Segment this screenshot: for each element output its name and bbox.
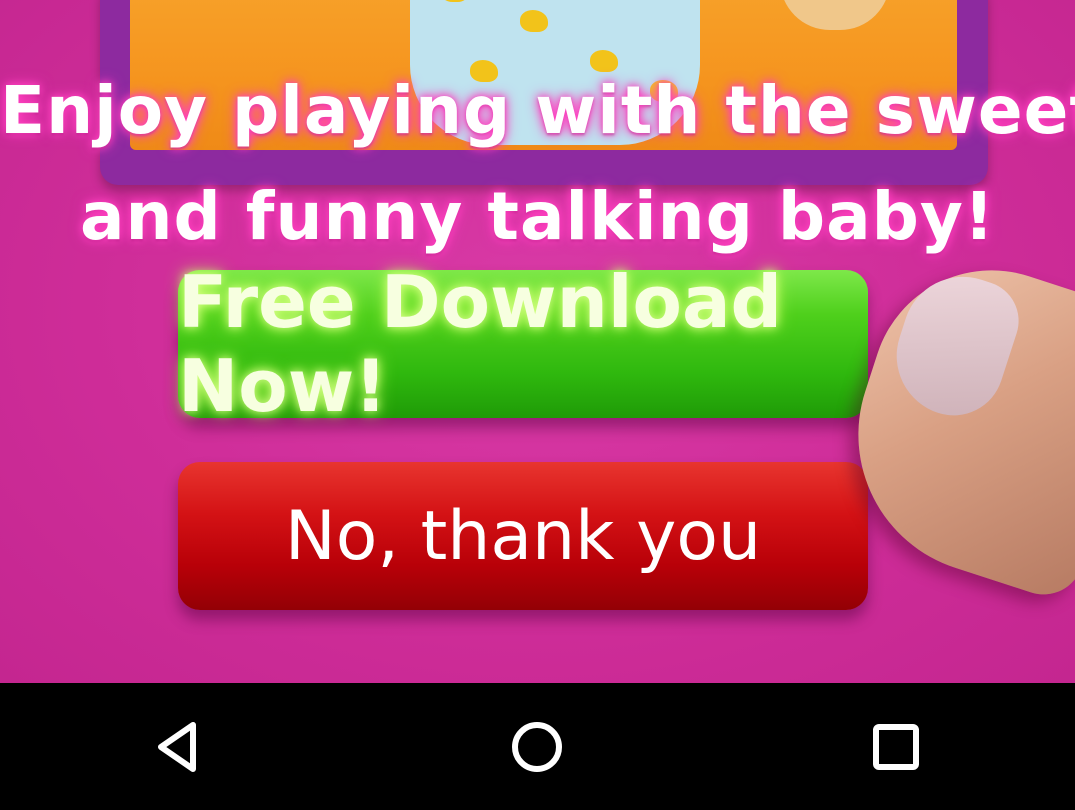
duck-print	[520, 10, 548, 32]
no-thank-you-label: No, thank you	[284, 496, 762, 576]
recents-button[interactable]	[851, 702, 941, 792]
advertisement: Enjoy playing with the sweet and funny t…	[0, 0, 1075, 683]
android-navigation-bar	[0, 683, 1075, 810]
home-circle-icon	[512, 721, 563, 772]
fingernail	[881, 261, 1029, 429]
baby-bottle-image	[780, 0, 890, 30]
back-triangle-icon	[158, 721, 197, 772]
recents-square-icon	[872, 723, 919, 770]
headline-line-2: and funny talking baby!	[80, 178, 995, 255]
duck-print	[440, 0, 468, 2]
home-button[interactable]	[492, 702, 582, 792]
duck-print	[590, 50, 618, 72]
free-download-label: Free Download Now!	[178, 260, 783, 428]
headline-line-1: Enjoy playing with the sweet	[0, 72, 1075, 149]
back-button[interactable]	[134, 702, 224, 792]
free-download-button[interactable]: Free Download Now!	[178, 260, 868, 428]
no-thank-you-button[interactable]: No, thank you	[178, 462, 868, 610]
